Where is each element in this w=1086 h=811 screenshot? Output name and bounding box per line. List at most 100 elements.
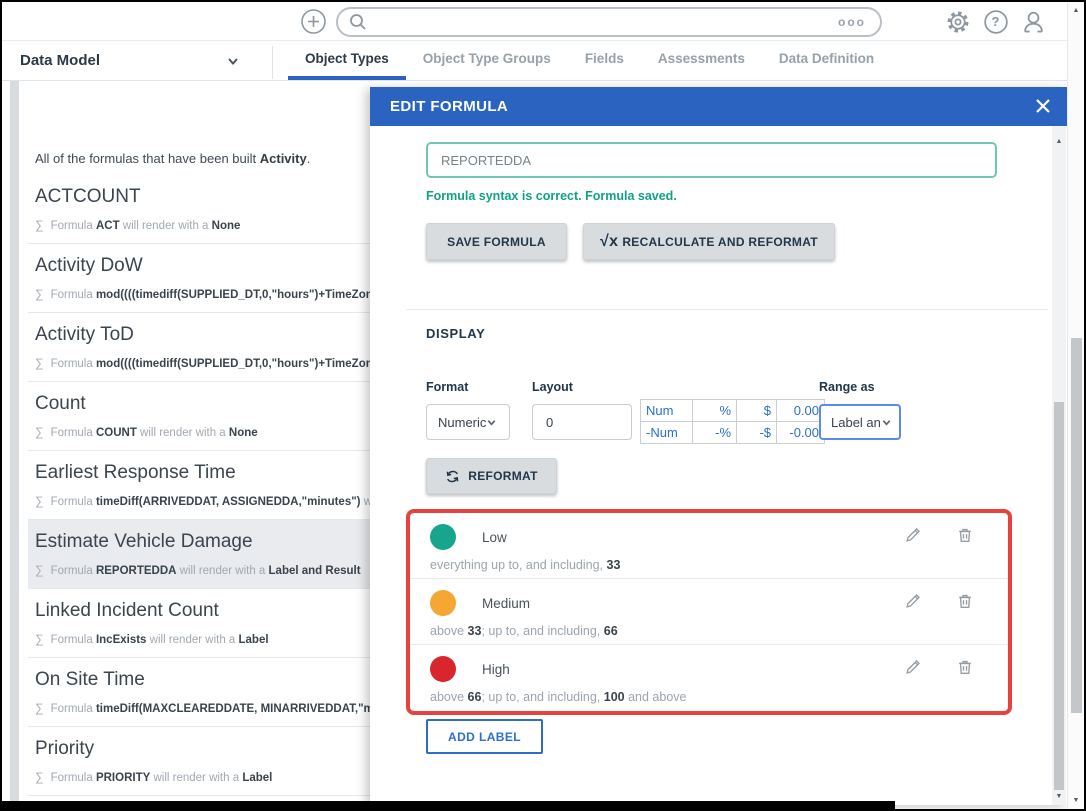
delete-trash-icon[interactable] (956, 526, 976, 546)
summary-prefix: Formula (51, 358, 93, 370)
close-icon[interactable] (1034, 97, 1052, 115)
summary-formula: timeDiff(MAXCLEAREDDATE, MINARRIVEDDAT,"… (96, 703, 377, 715)
summary-formula: mod((((timediff(SUPPLIED_DT,0,"hours")+T… (96, 358, 388, 370)
search-icon (348, 12, 368, 32)
chevron-down-icon (881, 417, 892, 428)
format-select[interactable]: Numeric (426, 404, 510, 440)
summary-prefix: Formula (51, 220, 93, 232)
summary-formula: PRIORITY (96, 772, 150, 784)
edit-pencil-icon[interactable] (904, 658, 924, 678)
layout-input[interactable] (532, 404, 632, 440)
summary-render: Label (242, 772, 272, 784)
search-input[interactable] (374, 15, 838, 30)
save-formula-button[interactable]: SAVE FORMULA (426, 223, 567, 260)
summary-prefix: Formula (51, 772, 93, 784)
scroll-up-arrow[interactable]: ▲ (1052, 138, 1066, 145)
sqrt-icon: √x (600, 233, 618, 251)
range-label-row-high: High above 66; up to, and including, 100… (410, 645, 1008, 711)
high-color-dot (430, 656, 456, 682)
reformat-button[interactable]: REFORMAT (426, 458, 557, 494)
summary-prefix: Formula (51, 634, 93, 646)
range-label-row-low: Low everything up to, and including, 33 (410, 513, 1008, 579)
grid-cell-decimal[interactable]: 0.00 (777, 400, 825, 422)
left-gutter (10, 81, 19, 803)
grid-cell-percent[interactable]: % (693, 400, 737, 422)
tab-bar: Object Types Object Type Groups Fields A… (288, 41, 891, 80)
refresh-icon (445, 469, 460, 484)
sigma-icon: ∑ (35, 632, 44, 646)
bottom-black-bar (2, 801, 895, 811)
scroll-up-arrow[interactable]: ▲ (1068, 7, 1084, 14)
content-area: All of the formulas that have been built… (2, 81, 1067, 809)
range-as-select[interactable]: Label an (819, 404, 901, 440)
profile-icon[interactable] (1020, 8, 1047, 35)
desc-value: 33 (468, 624, 482, 638)
module-selector-label: Data Model (20, 52, 100, 69)
tab-assessments[interactable]: Assessments (641, 41, 762, 80)
desc-text: ; up to, and including, (481, 624, 603, 638)
layout-label: Layout (532, 380, 573, 394)
add-label-text: ADD LABEL (448, 730, 521, 744)
summary-prefix: Formula (51, 496, 93, 508)
more-options-icon[interactable]: ooo (838, 17, 866, 27)
save-formula-label: SAVE FORMULA (447, 235, 546, 249)
grid-cell-neg-num[interactable]: -Num (641, 422, 693, 444)
tab-fields[interactable]: Fields (568, 41, 641, 80)
formula-input[interactable] (426, 142, 997, 178)
chevron-down-icon[interactable] (226, 54, 240, 73)
edit-pencil-icon[interactable] (904, 592, 924, 612)
module-selector[interactable]: Data Model (20, 41, 100, 80)
tab-data-definition[interactable]: Data Definition (762, 41, 891, 80)
grid-cell-dollar[interactable]: $ (737, 400, 777, 422)
sigma-icon: ∑ (35, 356, 44, 370)
nav-row: Data Model Object Types Object Type Grou… (2, 41, 1067, 81)
desc-text: everything up to, and including, (430, 558, 607, 572)
delete-trash-icon[interactable] (956, 658, 976, 678)
chevron-down-icon (486, 417, 497, 428)
scroll-down-arrow[interactable]: ▼ (1068, 797, 1084, 804)
summary-middle: will render with a (180, 565, 266, 577)
top-bar: ooo ? (2, 2, 1067, 41)
scroll-down-arrow[interactable]: ▼ (1052, 793, 1066, 800)
medium-color-dot (430, 590, 456, 616)
summary-formula: COUNT (96, 427, 137, 439)
desc-text: above (430, 690, 468, 704)
gear-icon[interactable] (944, 8, 971, 35)
tab-object-type-groups[interactable]: Object Type Groups (406, 41, 568, 80)
range-description: above 33; up to, and including, 66 (430, 624, 618, 638)
add-label-button[interactable]: ADD LABEL (426, 719, 543, 754)
question-mark: ? (992, 14, 1000, 29)
grid-cell-num[interactable]: Num (641, 400, 693, 422)
display-section-heading: DISPLAY (426, 326, 485, 341)
grid-cell-neg-percent[interactable]: -% (693, 422, 737, 444)
screenshot-frame: ooo ? Data Model Object Types Object Ty (0, 0, 1086, 811)
grid-cell-neg-dollar[interactable]: -$ (737, 422, 777, 444)
formula-status-message: Formula syntax is correct. Formula saved… (426, 189, 677, 203)
summary-middle: will render with a (123, 220, 209, 232)
desc-text: and above (625, 690, 687, 704)
panel-scrollbar-thumb[interactable] (1054, 402, 1064, 790)
page-scrollbar[interactable]: ▲ ▼ (1067, 2, 1084, 809)
panel-title: EDIT FORMULA (390, 98, 508, 115)
recalculate-reformat-label: RECALCULATE AND REFORMAT (622, 235, 818, 249)
range-label-row-medium: Medium above 33; up to, and including, 6… (410, 579, 1008, 645)
add-icon[interactable] (300, 8, 327, 35)
help-icon[interactable]: ? (982, 8, 1009, 35)
grid-row-positive: Num % $ 0.00 (641, 400, 825, 422)
edit-pencil-icon[interactable] (904, 526, 924, 546)
grid-cell-neg-decimal[interactable]: -0.00 (777, 422, 825, 444)
delete-trash-icon[interactable] (956, 592, 976, 612)
format-preview-grid[interactable]: Num % $ 0.00 -Num -% -$ -0.00 (640, 399, 825, 444)
recalculate-reformat-button[interactable]: √x RECALCULATE AND REFORMAT (583, 223, 835, 260)
summary-prefix: Formula (51, 703, 93, 715)
desc-value: 33 (607, 558, 621, 572)
summary-render: None (212, 220, 241, 232)
range-label-name: Medium (482, 596, 530, 611)
range-as-value: Label an (831, 415, 881, 430)
reformat-label: REFORMAT (468, 469, 538, 483)
panel-scrollbar[interactable]: ▲ ▼ (1052, 126, 1066, 805)
tab-object-types[interactable]: Object Types (288, 41, 406, 80)
search-bar[interactable]: ooo (336, 7, 882, 37)
desc-text: ; up to, and including, (481, 690, 603, 704)
page-scrollbar-thumb[interactable] (1071, 338, 1082, 713)
